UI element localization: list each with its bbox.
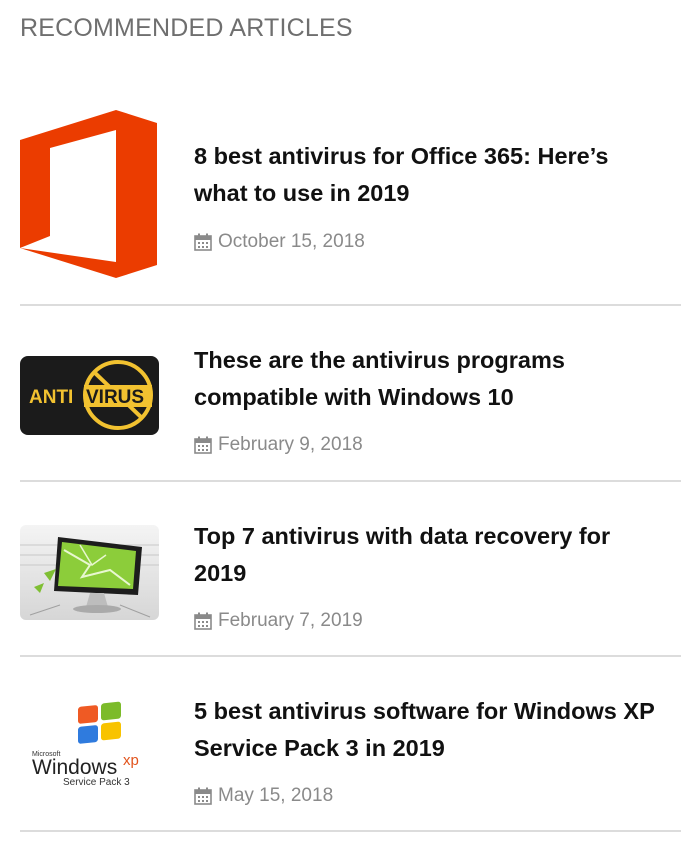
article-item[interactable]: 8 best antivirus for Office 365: Here’s …: [20, 110, 681, 285]
windows-xp-logo-icon: Microsoft Windows xp Service Pack 3: [32, 701, 139, 788]
broken-monitor-thumbnail[interactable]: [20, 525, 159, 620]
divider: [20, 655, 681, 657]
article-date-text: May 15, 2018: [218, 785, 334, 806]
article-date: May 15, 2018: [194, 785, 333, 807]
calendar-icon: [194, 612, 212, 630]
calendar-icon: [194, 436, 212, 454]
divider: [20, 830, 681, 832]
antivirus-badge-text-left: ANTI: [29, 387, 73, 408]
windows-xp-windows-text: Windows: [32, 756, 117, 779]
section-title: RECOMMENDED ARTICLES: [20, 14, 353, 42]
article-title-link[interactable]: These are the antivirus programs compati…: [194, 342, 664, 416]
divider: [20, 304, 681, 306]
broken-monitor-icon: [20, 537, 159, 618]
calendar-icon: [194, 233, 212, 251]
windows-xp-sp-text: Service Pack 3: [63, 777, 130, 788]
article-date: February 7, 2019: [194, 610, 363, 632]
article-date-text: February 9, 2018: [218, 434, 363, 455]
calendar-icon: [194, 787, 212, 805]
article-item[interactable]: Top 7 antivirus with data recovery for 2…: [20, 516, 681, 636]
windows-xp-xp-text: xp: [123, 752, 139, 769]
article-title-link[interactable]: 5 best antivirus software for Windows XP…: [194, 693, 664, 767]
windows-xp-thumbnail[interactable]: Microsoft Windows xp Service Pack 3: [20, 701, 160, 789]
divider: [20, 480, 681, 482]
office-logo-icon: [20, 110, 157, 278]
recommended-articles: RECOMMENDED ARTICLES 8 best antivirus fo…: [0, 0, 700, 852]
article-item[interactable]: Microsoft Windows xp Service Pack 3 5 be…: [20, 691, 681, 816]
article-date: February 9, 2018: [194, 434, 363, 456]
article-title-link[interactable]: Top 7 antivirus with data recovery for 2…: [194, 518, 664, 592]
antivirus-badge-text-right: VIRUS: [86, 387, 144, 408]
article-date-text: February 7, 2019: [218, 610, 363, 631]
article-date: October 15, 2018: [194, 231, 365, 253]
article-date-text: October 15, 2018: [218, 231, 365, 252]
antivirus-badge-thumbnail[interactable]: ANTI VIRUS: [20, 356, 159, 435]
article-title-link[interactable]: 8 best antivirus for Office 365: Here’s …: [194, 138, 664, 212]
office-logo-thumbnail[interactable]: [20, 110, 160, 278]
article-item[interactable]: ANTI VIRUS These are the antivirus progr…: [20, 340, 681, 460]
antivirus-badge-icon: ANTI VIRUS: [29, 360, 153, 430]
